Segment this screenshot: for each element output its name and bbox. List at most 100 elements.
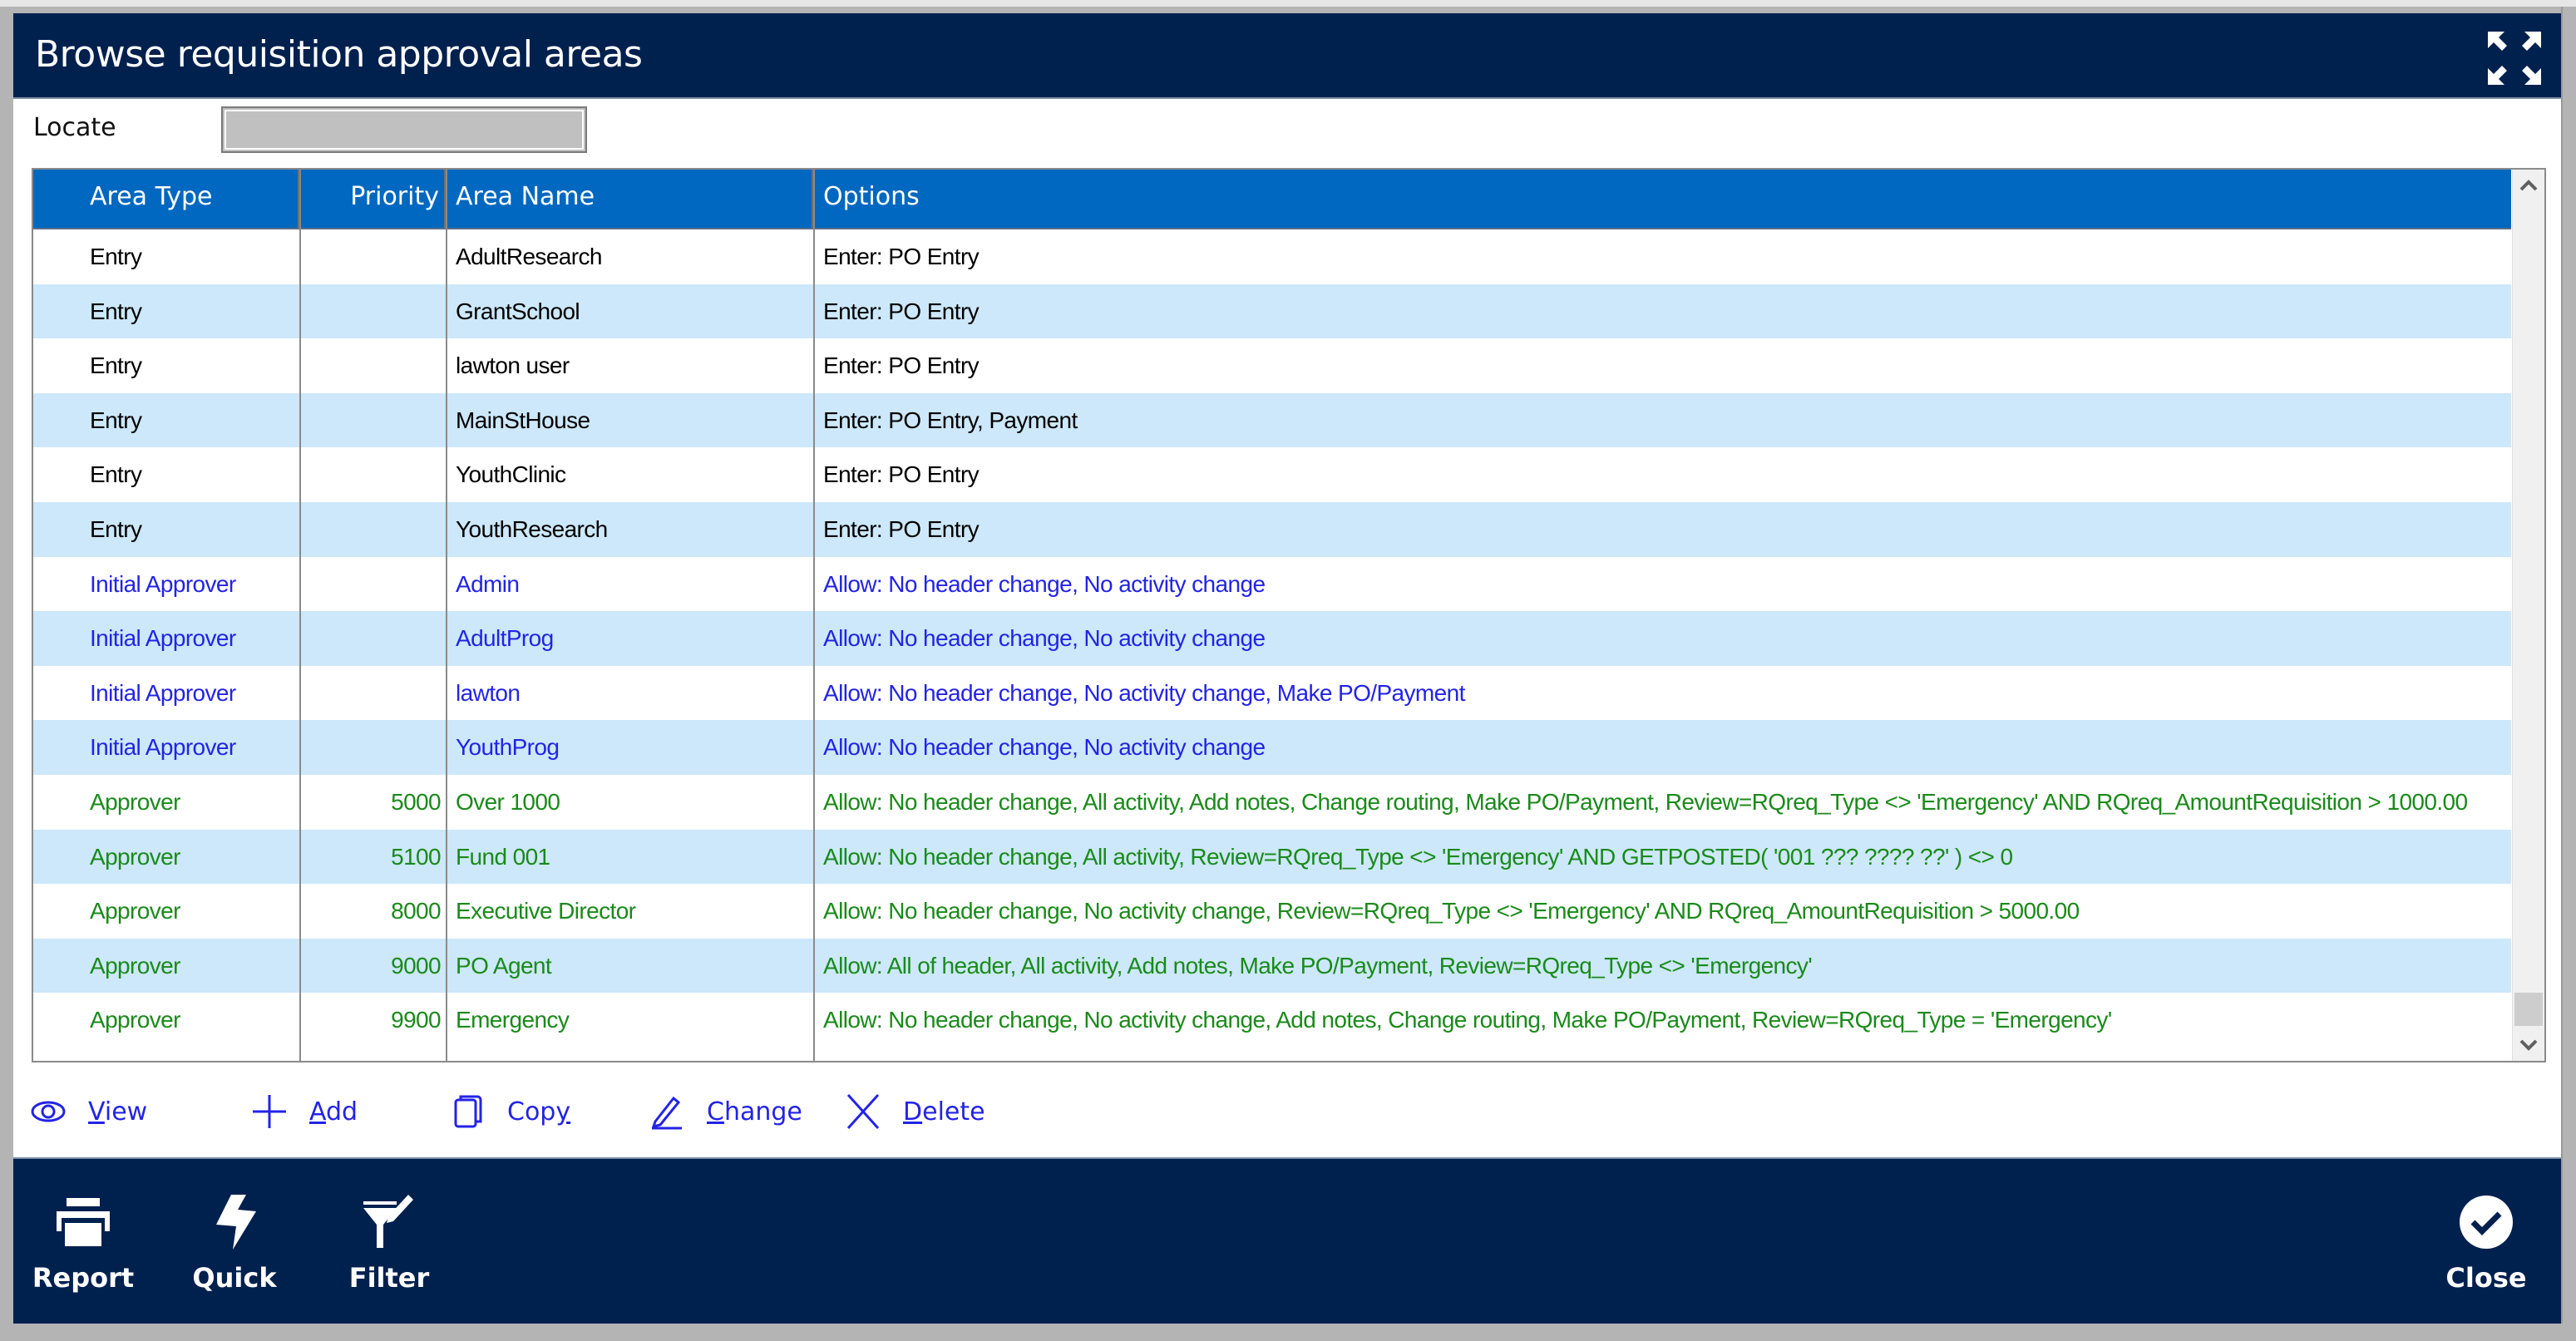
footer-toolbar: Report Quick Filter Close (13, 1157, 2561, 1325)
scroll-down-button[interactable] (2513, 1028, 2544, 1061)
cell-priority (299, 666, 446, 721)
cell-priority: 5100 (391, 843, 441, 870)
table-row[interactable]: Initial Approver YouthProg Allow: No heade… (33, 720, 2511, 775)
cell-area-name: YouthProg (456, 734, 560, 761)
copy-icon (454, 1095, 482, 1128)
table-row[interactable]: Approver 9900 Emergency Allow: No header ch… (33, 993, 2511, 1048)
locate-input[interactable] (221, 106, 587, 153)
table-row[interactable]: Initial Approver AdultProg Allow: No heade… (33, 611, 2511, 666)
cell-area-name: Over 1000 (456, 788, 560, 815)
filter-edit-icon (363, 1195, 413, 1248)
chevron-down-icon (2519, 1039, 2538, 1051)
table-row[interactable]: Approver 9000 PO Agent Allow: All of header… (33, 938, 2511, 993)
cell-options: Enter: PO Entry (823, 461, 980, 488)
cell-area-name: AdultProg (456, 625, 554, 652)
cell-area-name: lawton (456, 679, 521, 706)
cell-area-name: AdultResearch (456, 244, 602, 269)
cell-options: Allow: No header change, All activity, A… (823, 788, 2468, 815)
delete-button[interactable]: Delete (845, 1091, 985, 1132)
cell-area-name: GrantSchool (456, 298, 580, 324)
cell-area-type: Initial Approver (90, 734, 236, 761)
cell-area-type: Approver (90, 843, 180, 870)
cell-priority: 9900 (391, 1007, 441, 1033)
pencil-icon (651, 1096, 682, 1130)
copy-button[interactable]: Copy (452, 1091, 570, 1132)
column-header-options[interactable]: Options (815, 170, 2511, 228)
cell-area-name: Admin (456, 570, 520, 597)
printer-icon (57, 1198, 110, 1246)
grid-rows: Entry AdultResearch Enter: PO Entry Entry Gr… (33, 229, 2511, 1048)
column-header-area-name[interactable]: Area Name (447, 170, 813, 228)
cell-options: Enter: PO Entry (823, 244, 980, 269)
table-row[interactable]: Entry YouthResearch Enter: PO Entry (33, 501, 2511, 557)
close-button[interactable]: Close (2428, 1192, 2544, 1294)
screen-right-edge (2561, 7, 2576, 1341)
cell-options: Allow: No header change, No activity cha… (823, 570, 1266, 597)
cell-priority: 9000 (391, 952, 441, 979)
screen-bottom-edge (0, 1324, 2576, 1341)
report-button[interactable]: Report (25, 1192, 141, 1294)
cell-area-name: Executive Director (456, 898, 636, 924)
cell-area-name: YouthResearch (456, 515, 608, 542)
cell-area-type: Entry (90, 461, 142, 488)
cell-area-type: Approver (90, 1007, 180, 1033)
cell-area-type: Approver (90, 788, 180, 815)
locate-label: Locate (33, 113, 116, 142)
browse-window: Browse requisition approval areas Locate… (13, 13, 2561, 1325)
column-header-priority[interactable]: Priority (299, 170, 446, 228)
cell-options: Enter: PO Entry (823, 515, 980, 542)
quick-button[interactable]: Quick (176, 1192, 293, 1294)
report-label: Report (32, 1262, 135, 1294)
maximize-arrows-icon (2488, 32, 2541, 85)
cell-options: Allow: No header change, No activity cha… (823, 734, 1266, 761)
table-row[interactable]: Entry YouthClinic Enter: PO Entry (33, 447, 2511, 502)
vertical-scrollbar[interactable] (2512, 170, 2544, 1061)
cell-priority (299, 229, 446, 284)
maximize-button[interactable] (2485, 28, 2544, 88)
approval-areas-grid: Area Type Priority Area Name Options Ent… (32, 168, 2546, 1062)
table-row[interactable]: Entry MainStHouse Enter: PO Entry, Payment (33, 392, 2511, 448)
table-row[interactable]: Entry AdultResearch Enter: PO Entry (33, 229, 2511, 284)
cell-area-name: Fund 001 (456, 843, 550, 870)
cell-options: Allow: All of header, All activity, Add … (823, 952, 1813, 979)
cell-priority (299, 284, 446, 339)
x-icon (846, 1093, 880, 1130)
table-row[interactable]: Approver 8000 Executive Director Allow: No … (33, 884, 2511, 939)
cell-area-name: PO Agent (456, 952, 552, 979)
lightning-icon (216, 1195, 256, 1250)
check-circle-icon (2460, 1196, 2513, 1249)
column-header-area-type[interactable]: Area Type (33, 170, 299, 228)
cell-priority (299, 720, 446, 775)
chevron-up-icon (2519, 180, 2538, 191)
window-title: Browse requisition approval areas (35, 33, 643, 76)
add-label: Add (309, 1097, 358, 1127)
view-button[interactable]: View (30, 1091, 147, 1132)
scroll-thumb[interactable] (2514, 993, 2543, 1026)
scroll-up-button[interactable] (2513, 170, 2544, 203)
table-row[interactable]: Approver 5100 Fund 001 Allow: No header cha… (33, 829, 2511, 885)
action-bar: View Add Copy Change Delete (13, 1062, 2561, 1157)
table-row[interactable]: Initial Approver Admin Allow: No header ch… (33, 557, 2511, 612)
column-divider (299, 170, 301, 1061)
table-row[interactable]: Initial Approver lawton Allow: No header c… (33, 666, 2511, 721)
plus-icon (253, 1095, 286, 1128)
cell-options: Enter: PO Entry (823, 298, 980, 324)
filter-label: Filter (348, 1262, 430, 1294)
add-button[interactable]: Add (251, 1091, 358, 1132)
filter-button[interactable]: Filter (331, 1192, 447, 1294)
change-button[interactable]: Change (649, 1091, 802, 1132)
cell-area-type: Approver (90, 952, 180, 979)
table-row[interactable]: Approver 5000 Over 1000 Allow: No header ch… (33, 775, 2511, 830)
table-row[interactable]: Entry GrantSchool Enter: PO Entry (33, 283, 2511, 339)
column-divider (813, 170, 815, 1061)
eye-icon (31, 1101, 66, 1122)
cell-priority (299, 557, 446, 612)
cell-area-name: lawton user (456, 353, 570, 379)
title-bar: Browse requisition approval areas (13, 13, 2561, 99)
delete-label: Delete (903, 1097, 985, 1127)
table-row[interactable]: Entry lawton user Enter: PO Entry (33, 338, 2511, 393)
cell-priority (299, 393, 446, 448)
cell-area-type: Entry (90, 515, 142, 542)
cell-area-type: Initial Approver (90, 570, 236, 597)
cell-priority (299, 502, 446, 557)
